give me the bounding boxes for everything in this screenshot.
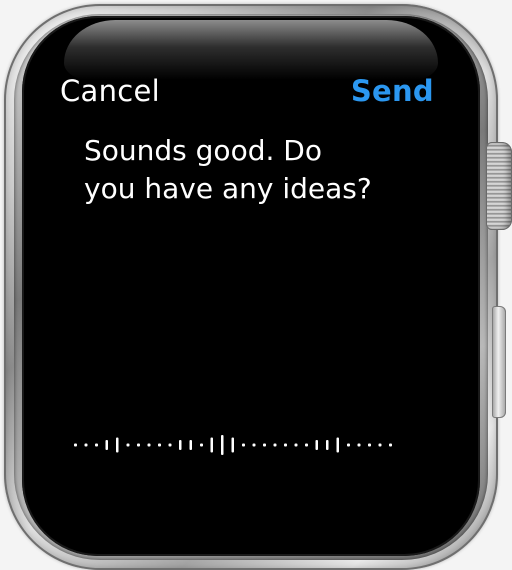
waveform-bar [105,440,108,450]
waveform-bar [305,443,308,447]
send-button[interactable]: Send [351,74,434,108]
waveform-bar [294,443,298,447]
audio-waveform-icon [74,435,392,455]
waveform-bar [252,443,256,447]
waveform-bar [179,440,182,450]
waveform-bar [326,440,329,450]
message-line-2: you have any ideas? [84,172,372,205]
waveform-bar [336,437,339,453]
waveform-bar [242,443,245,447]
dictated-message: Sounds good. Do you have any ideas? [84,132,414,208]
waveform-bar [347,443,350,447]
digital-crown[interactable] [486,142,512,230]
waveform-bar [210,437,213,453]
waveform-bar [189,440,192,450]
waveform-bar [200,443,203,447]
waveform-bar [168,443,172,447]
waveform-bar [116,437,119,453]
waveform-bar [126,443,130,447]
waveform-bar [84,443,88,447]
cancel-button[interactable]: Cancel [60,74,160,108]
waveform-bar [368,443,371,447]
waveform-bar [95,443,98,447]
waveform-bar [221,435,224,455]
waveform-bar [158,443,161,447]
waveform-bar [378,443,382,447]
waveform-bar [357,443,361,447]
waveform-bar [284,443,287,447]
waveform-bar [231,437,234,453]
watch-mockup: Cancel Send Sounds good. Do you have any… [0,0,512,570]
waveform-bar [74,443,77,447]
side-button[interactable] [492,306,506,418]
waveform-bar [137,443,140,447]
waveform-bar [147,443,151,447]
waveform-bar [389,443,392,447]
waveform-bar [273,443,277,447]
waveform-bar [315,440,318,450]
glass-reflection [64,20,438,80]
waveform-bar [263,443,266,447]
message-line-1: Sounds good. Do [84,134,322,167]
